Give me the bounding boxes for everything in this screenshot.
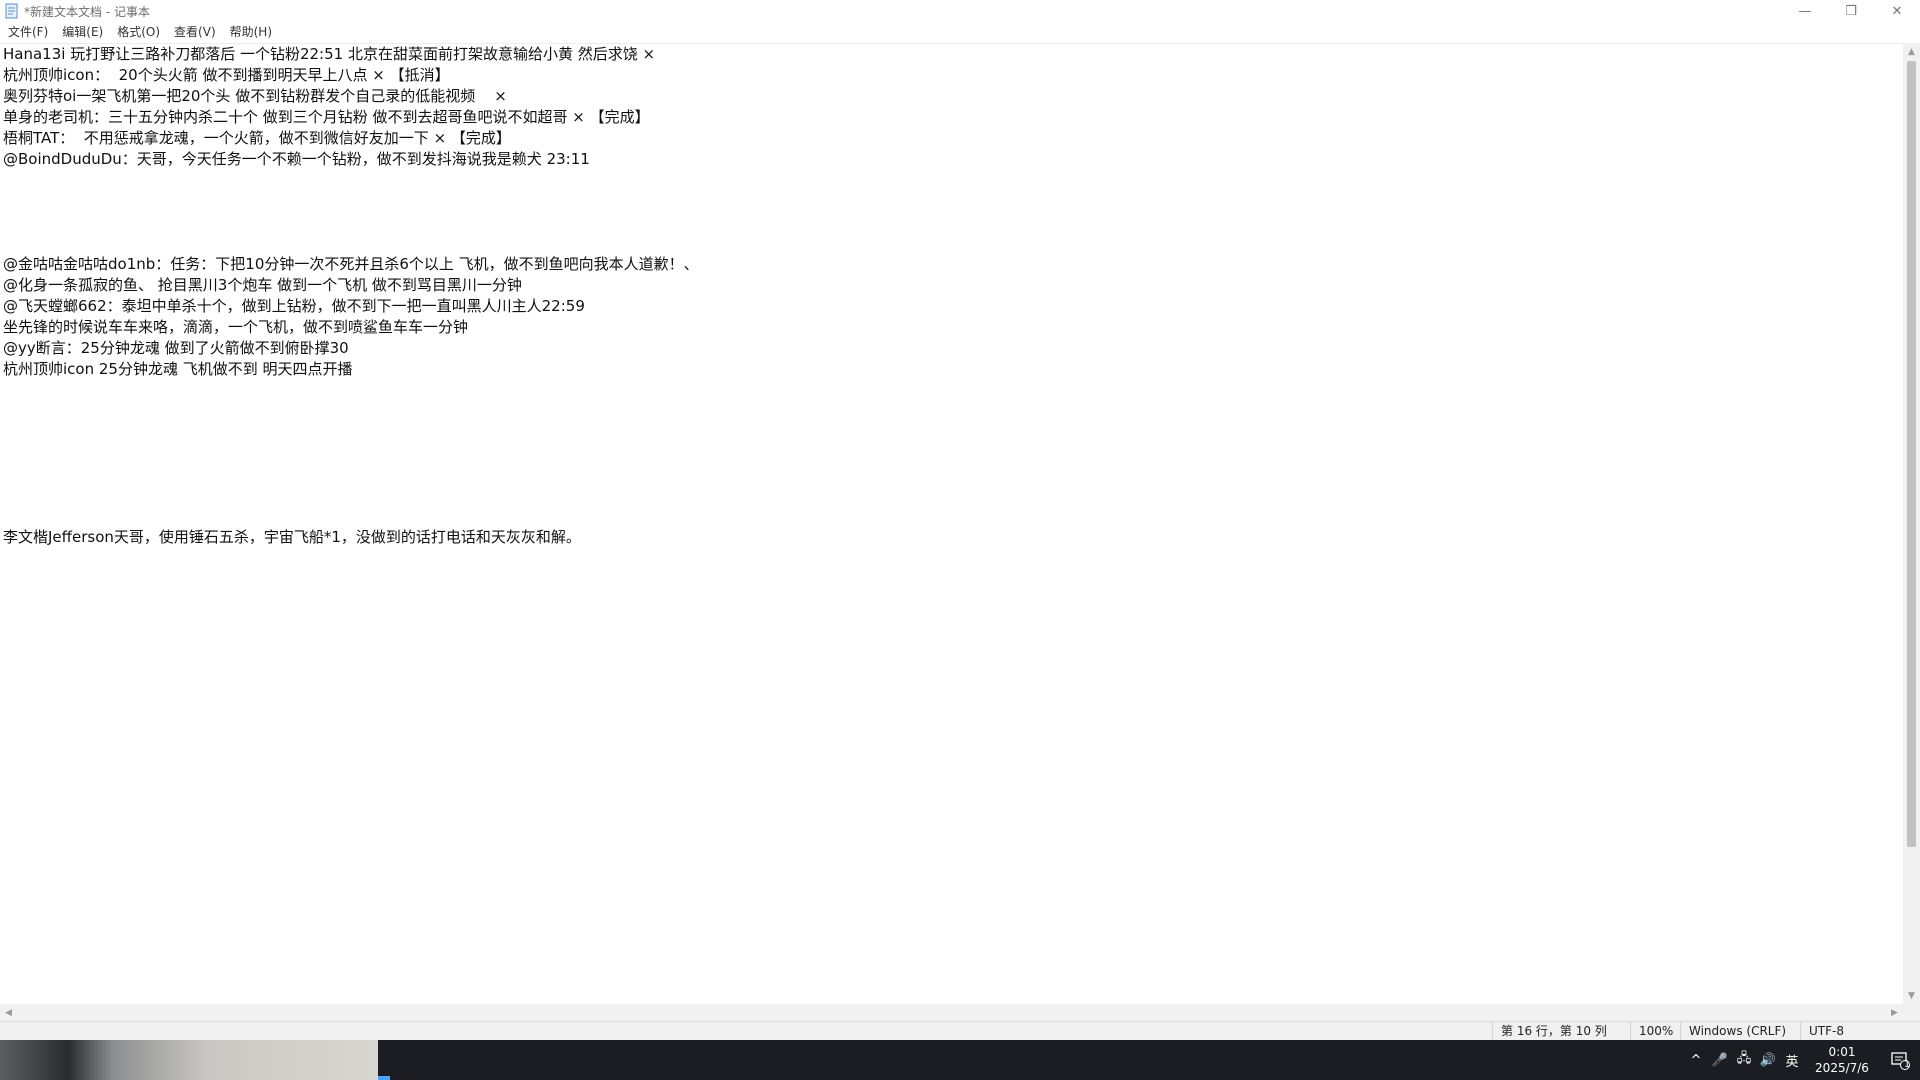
window-title: *新建文本文档 - 记事本	[24, 4, 150, 19]
ime-indicator[interactable]: 英	[1780, 1051, 1804, 1070]
vertical-scroll-thumb[interactable]	[1907, 61, 1916, 847]
text-line	[0, 485, 1903, 506]
encoding: UTF-8	[1800, 1022, 1920, 1040]
horizontal-scrollbar[interactable]: ◀ ▶	[0, 1004, 1903, 1021]
taskbar: ^ 🎤 🖧 🔊 英 0:01 2025/7/6 1	[0, 1040, 1920, 1080]
scroll-down-arrow-icon[interactable]: ▼	[1903, 987, 1920, 1004]
text-line: 杭州顶帅icon 25分钟龙魂 飞机做不到 明天四点开播	[3, 360, 353, 378]
title-bar: *新建文本文档 - 记事本 — ❐ ✕	[0, 0, 1920, 22]
clock-date: 2025/7/6	[1815, 1061, 1869, 1075]
text-line: 梧桐TAT： 不用惩戒拿龙魂，一个火箭，做不到微信好友加一下 × 【完成】	[3, 129, 511, 147]
clock-time: 0:01	[1828, 1045, 1856, 1059]
text-line	[0, 422, 1903, 443]
active-indicator	[378, 1076, 390, 1080]
text-line: @飞天螳螂662：泰坦中单杀十个，做到上钻粉，做不到下一把一直叫黑人川主人22:…	[3, 297, 585, 315]
network-icon[interactable]: 🖧	[1732, 1049, 1756, 1071]
menu-edit[interactable]: 编辑(E)	[56, 22, 109, 42]
status-bar: 第 16 行，第 10 列 100% Windows (CRLF) UTF-8	[0, 1021, 1920, 1040]
cursor-position: 第 16 行，第 10 列	[1492, 1022, 1614, 1040]
text-line: 杭州顶帅icon： 20个头火箭 做不到播到明天早上八点 × 【抵消】	[3, 66, 450, 84]
text-line	[0, 170, 1903, 191]
text-line	[0, 380, 1903, 401]
menu-view[interactable]: 查看(V)	[168, 22, 222, 42]
text-line	[0, 191, 1903, 212]
scrollbar-corner	[1903, 1004, 1920, 1021]
text-line: @金咕咕金咕咕do1nb：任务：下把10分钟一次不死并且杀6个以上 飞机，做不到…	[3, 255, 699, 273]
text-line	[0, 464, 1903, 485]
zoom-level: 100%	[1630, 1022, 1680, 1040]
text-line	[0, 401, 1903, 422]
text-line	[0, 233, 1903, 254]
notepad-icon	[4, 3, 20, 19]
text-line: 坐先锋的时候说车车来咯，滴滴，一个飞机，做不到喷鲨鱼车车一分钟	[3, 318, 469, 336]
scroll-left-arrow-icon[interactable]: ◀	[0, 1004, 17, 1021]
text-line: 李文楷Jefferson天哥，使用锤石五杀，宇宙飞船*1，没做到的话打电话和天灰…	[3, 528, 581, 546]
menu-bar: 文件(F) 编辑(E) 格式(O) 查看(V) 帮助(H)	[0, 22, 1920, 42]
text-line: 单身的老司机：三十五分钟内杀二十个 做到三个月钻粉 做不到去超哥鱼吧说不如超哥 …	[3, 108, 650, 126]
microphone-icon[interactable]: 🎤	[1708, 1053, 1732, 1068]
text-line: @BoindDuduDu：天哥，今天任务一个不赖一个钻粉，做不到发抖海说我是赖犬…	[3, 150, 590, 168]
menu-help[interactable]: 帮助(H)	[224, 22, 278, 42]
close-button[interactable]: ✕	[1874, 0, 1920, 22]
text-line: Hana13i 玩打野让三路补刀都落后 一个钻粉22:51 北京在甜菜面前打架故…	[3, 45, 656, 63]
clock[interactable]: 0:01 2025/7/6	[1810, 1044, 1874, 1076]
vertical-scrollbar[interactable]: ▲ ▼	[1903, 43, 1920, 1004]
notification-button[interactable]: 1	[1880, 1040, 1920, 1080]
taskbar-window-thumbnail[interactable]	[0, 1040, 378, 1080]
text-line: @yy断言：25分钟龙魂 做到了火箭做不到俯卧撑30	[3, 339, 349, 357]
text-line: @化身一条孤寂的鱼、 抢目黑川3个炮车 做到一个飞机 做不到骂目黑川一分钟	[3, 276, 522, 294]
text-line	[0, 506, 1903, 527]
restore-button[interactable]: ❐	[1828, 0, 1874, 22]
minimize-button[interactable]: —	[1782, 0, 1828, 22]
system-tray: ^ 🎤 🖧 🔊 英 0:01 2025/7/6 1	[1684, 1040, 1920, 1080]
chevron-up-icon[interactable]: ^	[1684, 1053, 1708, 1068]
text-line	[0, 212, 1903, 233]
volume-icon[interactable]: 🔊	[1756, 1053, 1780, 1068]
text-editor[interactable]: Hana13i 玩打野让三路补刀都落后 一个钻粉22:51 北京在甜菜面前打架故…	[0, 43, 1903, 1004]
text-line	[0, 443, 1903, 464]
menu-format[interactable]: 格式(O)	[111, 22, 166, 42]
notification-count: 1	[1904, 1060, 1910, 1070]
scroll-up-arrow-icon[interactable]: ▲	[1903, 43, 1920, 60]
scroll-right-arrow-icon[interactable]: ▶	[1886, 1004, 1903, 1021]
text-line: 奥列芬特oi一架飞机第一把20个头 做不到钻粉群发个自己录的低能视频 ×	[3, 87, 507, 105]
line-ending: Windows (CRLF)	[1680, 1022, 1800, 1040]
menu-file[interactable]: 文件(F)	[2, 22, 54, 42]
